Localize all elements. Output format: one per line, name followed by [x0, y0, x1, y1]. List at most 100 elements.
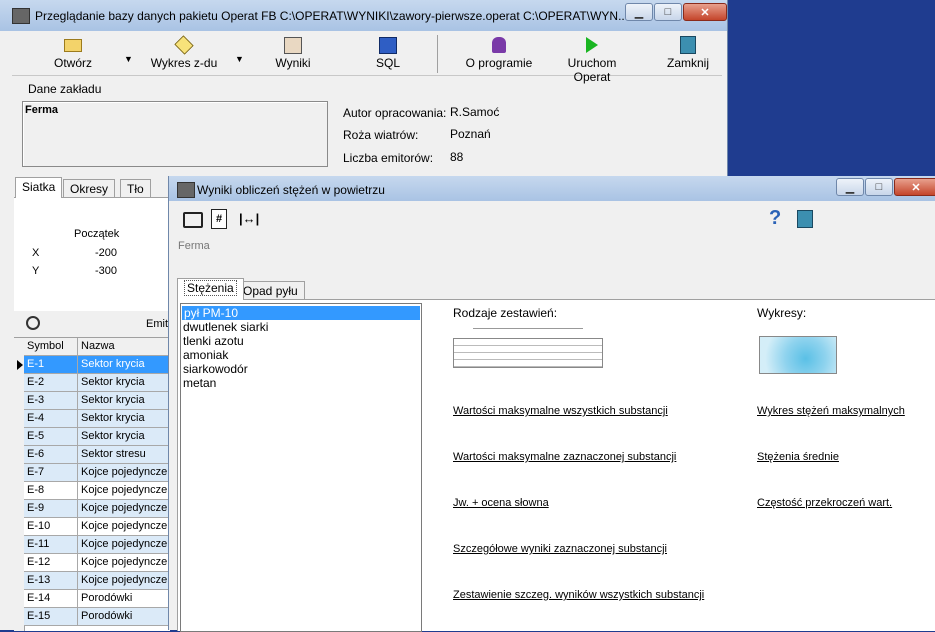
results-button[interactable]: Wyniki: [268, 36, 318, 70]
tab-tlo[interactable]: Tło: [120, 179, 151, 198]
report-link-max-all[interactable]: Wartości maksymalne wszystkich substancj…: [453, 405, 668, 417]
cell-name[interactable]: Kojce pojedyncze: [78, 500, 170, 518]
cell-symbol[interactable]: E-6: [24, 446, 78, 464]
substance-item[interactable]: pył PM-10: [182, 306, 420, 320]
cell-symbol[interactable]: E-11: [24, 536, 78, 554]
table-row[interactable]: E-5 Sektor krycia: [24, 428, 170, 446]
table-row[interactable]: E-12 Kojce pojedyncze: [24, 554, 170, 572]
report-link-max-selected[interactable]: Wartości maksymalne zaznaczonej substanc…: [453, 451, 676, 463]
table-row[interactable]: E-9 Kojce pojedyncze: [24, 500, 170, 518]
author-label: Autor opracowania:: [343, 106, 447, 120]
emit-count-label: Liczba emitorów:: [343, 151, 434, 165]
cell-symbol[interactable]: E-4: [24, 410, 78, 428]
cell-name[interactable]: Sektor krycia: [78, 392, 170, 410]
cell-name[interactable]: Sektor krycia: [78, 428, 170, 446]
cell-name[interactable]: Kojce pojedyncze: [78, 536, 170, 554]
table-row[interactable]: E-6 Sektor stresu: [24, 446, 170, 464]
table-row[interactable]: E-10 Kojce pojedyncze: [24, 518, 170, 536]
substance-item[interactable]: siarkowodór: [181, 362, 421, 376]
cell-symbol[interactable]: E-9: [24, 500, 78, 518]
substance-item[interactable]: amoniak: [181, 348, 421, 362]
substance-item[interactable]: dwutlenek siarki: [181, 320, 421, 334]
help-icon[interactable]: ?: [769, 207, 781, 230]
cell-name[interactable]: Sektor krycia: [78, 356, 170, 374]
chart-link-max[interactable]: Wykres stężeń maksymalnych: [757, 405, 905, 417]
cell-symbol[interactable]: E-14: [24, 590, 78, 608]
report-link-with-rating[interactable]: Jw. + ocena słowna: [453, 497, 549, 509]
col-symbol-header[interactable]: Symbol: [24, 338, 78, 356]
zoom-search-icon[interactable]: [26, 316, 40, 330]
report-link-detailed-all[interactable]: Zestawienie szczeg. wyników wszystkich s…: [453, 589, 704, 601]
cell-name[interactable]: Kojce pojedyncze: [78, 518, 170, 536]
cell-symbol[interactable]: E-10: [24, 518, 78, 536]
table-row[interactable]: E-2 Sektor krycia: [24, 374, 170, 392]
table-row[interactable]: E-13 Kojce pojedyncze: [24, 572, 170, 590]
results-title-bar[interactable]: Wyniki obliczeń stężeń w powietrzu ▁ □ ✕: [169, 176, 935, 201]
chart-dropdown-arrow[interactable]: ▼: [235, 54, 244, 64]
cell-symbol[interactable]: E-3: [24, 392, 78, 410]
cell-symbol[interactable]: E-5: [24, 428, 78, 446]
cell-symbol[interactable]: E-7: [24, 464, 78, 482]
wind-value: Poznań: [450, 127, 491, 141]
report-preview-thumbnail[interactable]: [453, 326, 603, 368]
cell-symbol[interactable]: E-8: [24, 482, 78, 500]
cell-name[interactable]: Porodówki: [78, 590, 170, 608]
results-exit-icon[interactable]: [797, 210, 813, 228]
table-row[interactable]: E-15 Porodówki: [24, 608, 170, 626]
tab-stezenia[interactable]: Stężenia: [177, 278, 244, 300]
chart-preview-thumbnail[interactable]: [759, 326, 837, 374]
exit-button[interactable]: Zamknij: [666, 36, 710, 70]
cell-symbol[interactable]: E-2: [24, 374, 78, 392]
tab-okresy[interactable]: Okresy: [63, 179, 116, 198]
table-row[interactable]: E-3 Sektor krycia: [24, 392, 170, 410]
results-maximize-button[interactable]: □: [865, 178, 893, 196]
table-grid-icon[interactable]: #: [211, 209, 227, 229]
cell-name[interactable]: Kojce pojedyncze: [78, 464, 170, 482]
cell-name[interactable]: Kojce pojedyncze: [78, 482, 170, 500]
table-header: Symbol Nazwa: [24, 338, 170, 356]
report-link-detailed-selected[interactable]: Szczegółowe wyniki zaznaczonej substancj…: [453, 543, 667, 555]
cell-symbol[interactable]: E-15: [24, 608, 78, 626]
table-row[interactable]: E-1 Sektor krycia: [24, 356, 170, 374]
cell-name[interactable]: Kojce pojedyncze: [78, 554, 170, 572]
results-close-button[interactable]: ✕: [894, 178, 935, 196]
table-row[interactable]: E-4 Sektor krycia: [24, 410, 170, 428]
run-button[interactable]: Uruchom Operat: [548, 36, 636, 84]
close-button[interactable]: ✕: [683, 3, 727, 21]
sql-button[interactable]: SQL: [368, 36, 408, 70]
print-icon[interactable]: [183, 212, 203, 228]
cell-symbol[interactable]: E-1: [24, 356, 78, 374]
cell-name[interactable]: Porodówki: [78, 608, 170, 626]
chart-link-exceedance[interactable]: Częstość przekroczeń wart.: [757, 497, 892, 509]
cell-symbol[interactable]: E-13: [24, 572, 78, 590]
open-dropdown-arrow[interactable]: ▼: [124, 54, 133, 64]
minimize-button[interactable]: ▁: [625, 3, 653, 21]
chart-button[interactable]: Wykres z-du: [145, 35, 223, 70]
about-button[interactable]: O programie: [465, 36, 533, 70]
table-row[interactable]: E-11 Kojce pojedyncze: [24, 536, 170, 554]
maximize-button[interactable]: □: [654, 3, 682, 21]
reports-header: Rodzaje zestawień:: [453, 306, 558, 320]
wind-label: Roża wiatrów:: [343, 128, 419, 142]
chart-link-average[interactable]: Stężenia średnie: [757, 451, 839, 463]
origin-y-value: -300: [95, 265, 118, 277]
table-row[interactable]: E-14 Porodówki: [24, 590, 170, 608]
results-minimize-button[interactable]: ▁: [836, 178, 864, 196]
col-name-header[interactable]: Nazwa: [78, 338, 170, 356]
substance-item[interactable]: metan: [181, 376, 421, 390]
cell-name[interactable]: Sektor krycia: [78, 410, 170, 428]
cell-name[interactable]: Sektor krycia: [78, 374, 170, 392]
cell-name[interactable]: Sektor stresu: [78, 446, 170, 464]
column-width-icon[interactable]: |↔|: [239, 211, 259, 226]
tab-siatka[interactable]: Siatka: [15, 177, 63, 198]
table-row[interactable]: E-7 Kojce pojedyncze: [24, 464, 170, 482]
cell-symbol[interactable]: E-12: [24, 554, 78, 572]
table-row[interactable]: E-8 Kojce pojedyncze: [24, 482, 170, 500]
substance-list[interactable]: pył PM-10 dwutlenek siarki tlenki azotu amo…: [180, 303, 422, 632]
results-window: Wyniki obliczeń stężeń w powietrzu ▁ □ ✕…: [168, 176, 935, 632]
open-button[interactable]: Otwórz: [40, 36, 106, 70]
substance-item[interactable]: tlenki azotu: [181, 334, 421, 348]
main-title-bar[interactable]: Przeglądanie bazy danych pakietu Operat …: [0, 0, 727, 31]
cell-name[interactable]: Kojce pojedyncze: [78, 572, 170, 590]
tab-opad-pylu[interactable]: Opad pyłu: [236, 281, 305, 300]
